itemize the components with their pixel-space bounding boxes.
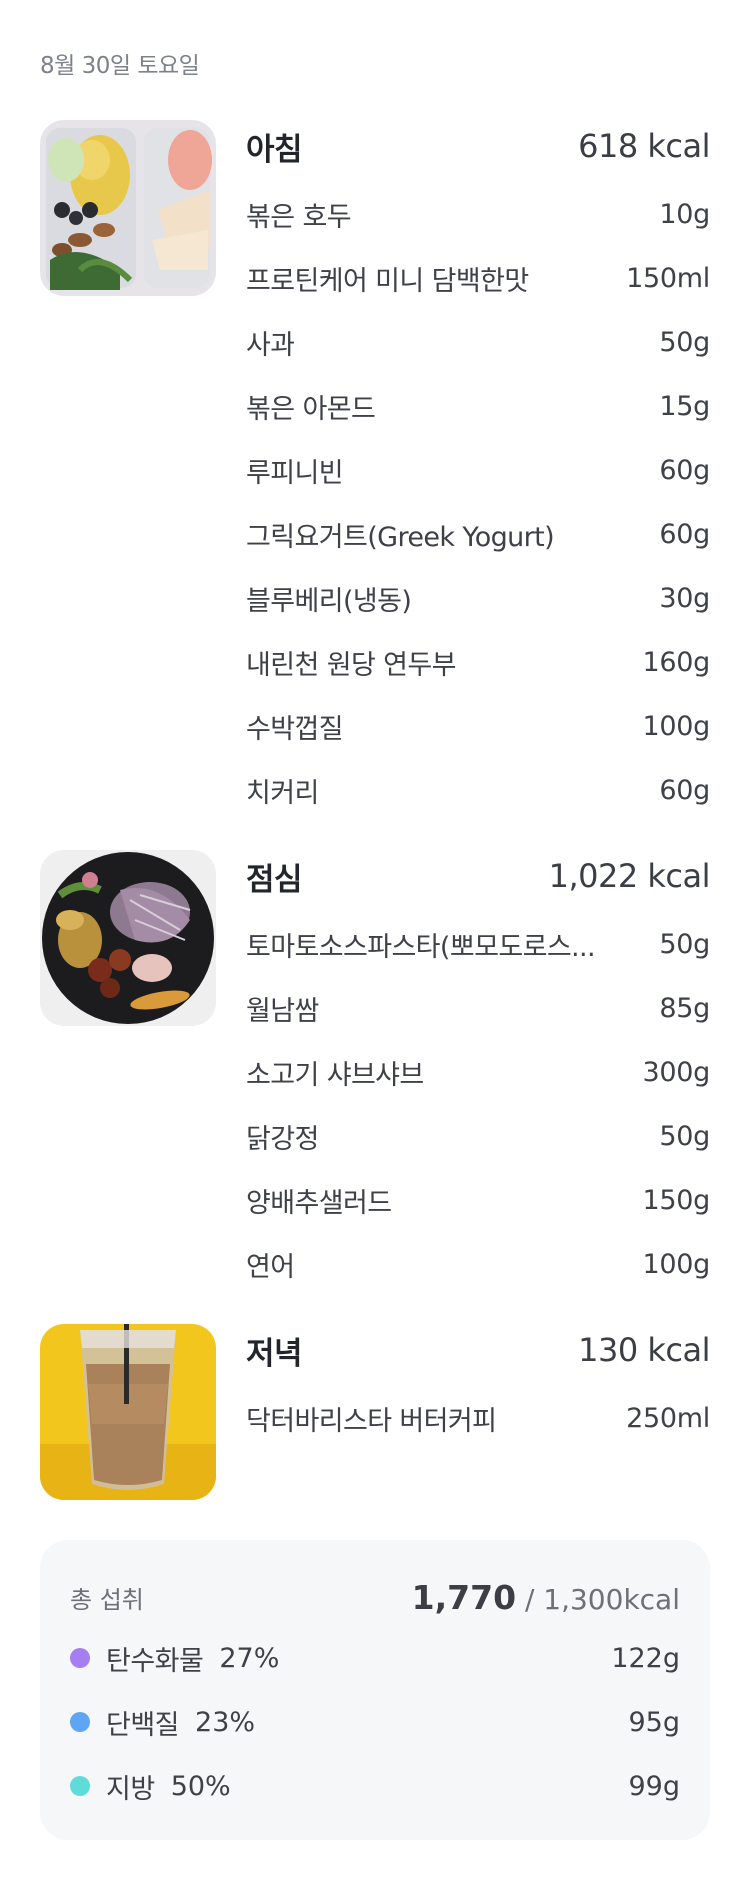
food-amount: 85g	[659, 992, 710, 1024]
meal-kcal: 1,022 kcal	[548, 857, 711, 895]
food-item[interactable]: 소고기 샤브샤브 300g	[246, 1040, 710, 1104]
dinner-photo[interactable]	[40, 1324, 216, 1500]
macro-row-carbs: 탄수화물 27% 122g	[70, 1626, 680, 1690]
food-item[interactable]: 내린천 원당 연두부 160g	[246, 630, 710, 694]
food-name: 수박껍질	[246, 713, 343, 745]
lunch-photo[interactable]	[40, 850, 216, 1026]
food-name: 양배추샐러드	[246, 1187, 392, 1219]
meal-kcal: 618 kcal	[578, 127, 710, 165]
food-name: 프로틴케어 미니 담백한맛	[246, 265, 529, 297]
food-name: 볶은 아몬드	[246, 393, 376, 425]
fat-dot-icon	[70, 1776, 90, 1796]
food-name: 볶은 호두	[246, 201, 351, 233]
food-name: 월남쌈	[246, 995, 319, 1027]
food-name: 연어	[246, 1251, 295, 1283]
meal-header: 점심 1,022 kcal	[246, 850, 711, 902]
macro-percent: 27%	[219, 1642, 280, 1674]
food-amount: 10g	[659, 198, 710, 230]
food-amount: 250ml	[626, 1402, 710, 1434]
meal-title: 저녁	[246, 1335, 303, 1372]
intake-summary-card: 총 섭취 1,770 / 1,300kcal 탄수화물 27% 122g 단백질…	[40, 1540, 710, 1840]
food-amount: 60g	[659, 774, 710, 806]
food-name: 토마토소스파스타(뽀모도로스...	[246, 931, 596, 963]
food-item[interactable]: 그릭요거트(Greek Yogurt) 60g	[246, 502, 710, 566]
food-amount: 100g	[642, 1248, 711, 1280]
macro-row-fat: 지방 50% 99g	[70, 1754, 680, 1818]
food-name: 닥터바리스타 버터커피	[246, 1405, 497, 1437]
food-amount: 60g	[659, 518, 710, 550]
food-item[interactable]: 치커리 60g	[246, 758, 710, 822]
food-item[interactable]: 수박껍질 100g	[246, 694, 710, 758]
food-name: 소고기 샤브샤브	[246, 1059, 424, 1091]
food-amount: 150g	[642, 1184, 711, 1216]
food-list: 볶은 호두 10g 프로틴케어 미니 담백한맛 150ml 사과 50g 볶은 아몬드…	[246, 182, 710, 822]
meal-header: 저녁 130 kcal	[246, 1324, 710, 1376]
food-amount: 150ml	[626, 262, 710, 294]
food-amount: 50g	[659, 326, 710, 358]
food-name: 사과	[246, 329, 295, 361]
food-amount: 100g	[642, 710, 711, 742]
meal-kcal: 130 kcal	[578, 1331, 710, 1369]
date-header: 8월 30일 토요일	[40, 53, 200, 79]
food-item[interactable]: 볶은 아몬드 15g	[246, 374, 710, 438]
summary-label: 총 섭취	[70, 1585, 144, 1614]
macro-row-protein: 단백질 23% 95g	[70, 1690, 680, 1754]
food-item[interactable]: 프로틴케어 미니 담백한맛 150ml	[246, 246, 710, 310]
meal-title: 점심	[246, 861, 303, 898]
meal-title: 아침	[246, 131, 303, 168]
food-name: 그릭요거트(Greek Yogurt)	[246, 521, 555, 553]
macro-amount: 95g	[628, 1706, 681, 1738]
food-list: 닥터바리스타 버터커피 250ml	[246, 1386, 710, 1450]
food-item[interactable]: 루피니빈 60g	[246, 438, 710, 502]
food-item[interactable]: 블루베리(냉동) 30g	[246, 566, 710, 630]
summary-header: 총 섭취 1,770 / 1,300kcal	[70, 1568, 680, 1626]
food-name: 닭강정	[246, 1123, 319, 1155]
food-item[interactable]: 닭강정 50g	[246, 1104, 710, 1168]
total-kcal: 1,770	[411, 1577, 517, 1617]
macro-name: 지방	[106, 1773, 155, 1805]
food-amount: 15g	[659, 390, 710, 422]
protein-dot-icon	[70, 1712, 90, 1732]
macro-amount: 99g	[628, 1770, 681, 1802]
food-item[interactable]: 월남쌈 85g	[246, 976, 710, 1040]
macro-percent: 23%	[195, 1706, 256, 1738]
goal-kcal: / 1,300kcal	[516, 1582, 680, 1616]
food-item[interactable]: 닥터바리스타 버터커피 250ml	[246, 1386, 710, 1450]
macro-amount: 122g	[611, 1642, 680, 1674]
food-list: 토마토소스파스타(뽀모도로스... 50g 월남쌈 85g 소고기 샤브샤브 300g…	[246, 912, 710, 1296]
meal-header: 아침 618 kcal	[246, 120, 710, 172]
food-amount: 50g	[659, 928, 710, 960]
food-name: 루피니빈	[246, 457, 343, 489]
food-item[interactable]: 토마토소스파스타(뽀모도로스... 50g	[246, 912, 710, 976]
food-item[interactable]: 볶은 호두 10g	[246, 182, 710, 246]
food-amount: 160g	[642, 646, 711, 678]
food-name: 블루베리(냉동)	[246, 585, 412, 617]
food-item[interactable]: 연어 100g	[246, 1232, 710, 1296]
macro-percent: 50%	[170, 1770, 231, 1802]
food-amount: 300g	[642, 1056, 711, 1088]
food-amount: 60g	[659, 454, 710, 486]
food-item[interactable]: 사과 50g	[246, 310, 710, 374]
food-name: 내린천 원당 연두부	[246, 649, 456, 681]
breakfast-photo[interactable]	[40, 120, 216, 296]
food-item[interactable]: 양배추샐러드 150g	[246, 1168, 710, 1232]
macro-name: 단백질	[106, 1709, 180, 1741]
food-amount: 50g	[659, 1120, 710, 1152]
macro-name: 탄수화물	[106, 1645, 204, 1677]
carbs-dot-icon	[70, 1648, 90, 1668]
food-name: 치커리	[246, 777, 319, 809]
food-amount: 30g	[659, 582, 710, 614]
summary-total-group: 1,770 / 1,300kcal	[412, 1578, 680, 1617]
